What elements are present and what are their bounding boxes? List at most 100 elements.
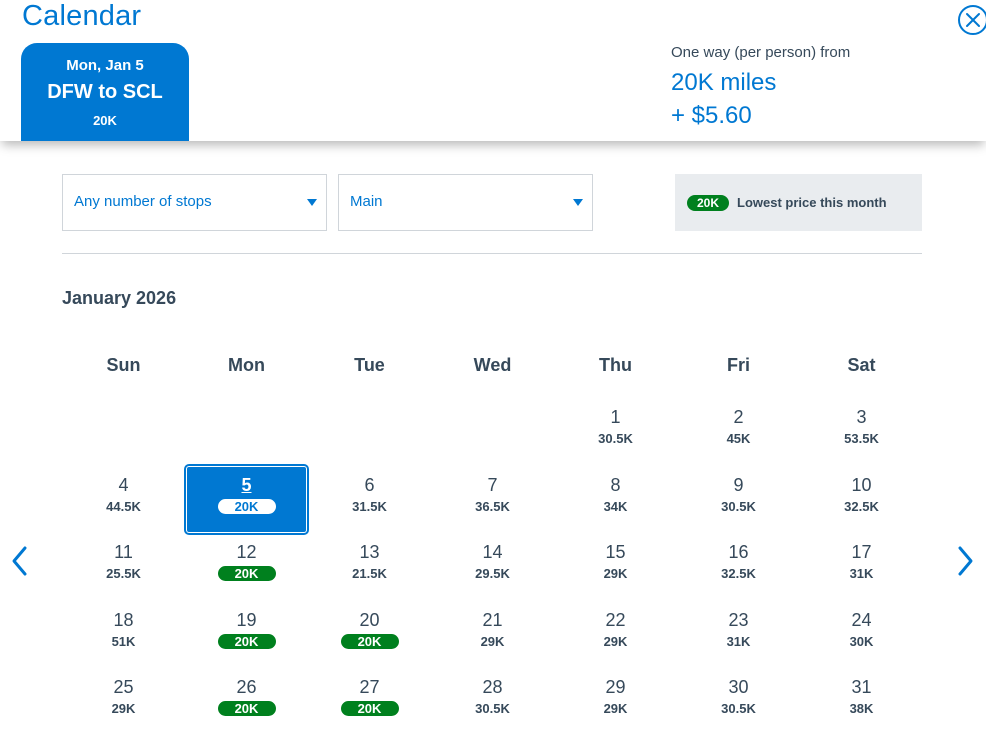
calendar-day-10[interactable]: 10 32.5K [800, 472, 923, 540]
fare-miles: 20K miles [671, 69, 777, 96]
calendar-empty-cell [62, 404, 185, 472]
day-number: 20 [359, 609, 380, 630]
month-heading: January 2026 [62, 288, 177, 308]
day-price: 30.5K [475, 701, 510, 716]
calendar-day-11[interactable]: 11 25.5K [62, 539, 185, 607]
calendar-day-12[interactable]: 12 20K [185, 539, 308, 607]
flight-price: 20K [93, 113, 117, 128]
day-price: 29K [111, 701, 136, 716]
flight-tab[interactable]: Mon, Jan 5 DFW to SCL 20K [21, 43, 189, 141]
day-price: 31.5K [352, 498, 387, 514]
day-price: 31K [849, 566, 874, 581]
day-number: 16 [728, 542, 749, 562]
calendar-day-23[interactable]: 23 31K [677, 607, 800, 675]
day-number: 17 [851, 542, 872, 562]
calendar-day-16[interactable]: 16 32.5K [677, 539, 800, 607]
calendar-week: 1 30.5K 2 45K 3 53.5K [62, 404, 923, 472]
calendar-day-31[interactable]: 31 38K [800, 674, 923, 742]
day-price: 36.5K [475, 498, 510, 514]
calendar-day-24[interactable]: 24 30K [800, 607, 923, 675]
weekday-label: Sat [847, 355, 876, 375]
day-price: 32.5K [844, 498, 879, 514]
calendar-day-1[interactable]: 1 30.5K [554, 404, 677, 472]
weekday-label: Wed [473, 355, 512, 375]
day-number: 8 [610, 474, 621, 495]
day-number: 12 [236, 542, 257, 562]
calendar-day-17[interactable]: 17 31K [800, 539, 923, 607]
day-price: 29.5K [475, 566, 510, 581]
cabin-select[interactable]: Main [338, 174, 593, 231]
calendar-day-18[interactable]: 18 51K [62, 607, 185, 675]
chevron-left-icon [12, 546, 27, 576]
lowest-price-pill: 20K [687, 194, 730, 211]
day-number: 3 [856, 407, 867, 427]
calendar-day-22[interactable]: 22 29K [554, 607, 677, 675]
calendar-day-5[interactable]: 5 20K [185, 465, 308, 540]
day-price: 30.5K [721, 498, 756, 514]
day-price: 21.5K [352, 566, 387, 581]
day-price: 34K [603, 498, 628, 514]
day-price: 45K [726, 431, 751, 446]
day-number: 29 [605, 677, 626, 697]
calendar-day-2[interactable]: 2 45K [677, 404, 800, 472]
calendar-empty-cell [185, 404, 308, 472]
day-number: 28 [482, 677, 503, 697]
header: Calendar Mon, Jan 5 DFW to SCL 20K One w… [0, 0, 986, 141]
day-number: 25 [113, 677, 134, 697]
day-number: 14 [482, 542, 503, 562]
calendar-day-7[interactable]: 7 36.5K [431, 472, 554, 540]
calendar-day-4[interactable]: 4 44.5K [62, 472, 185, 540]
fare-label: One way (per person) from [671, 44, 851, 61]
day-price-lowest: 20K [217, 633, 276, 649]
day-number: 11 [114, 542, 133, 562]
day-price: 25.5K [106, 566, 141, 581]
day-price-lowest: 20K [217, 701, 276, 716]
day-number: 30 [728, 677, 749, 697]
day-number: 9 [733, 474, 744, 495]
day-number: 6 [364, 474, 375, 495]
day-number: 5 [241, 474, 252, 495]
calendar-day-25[interactable]: 25 29K [62, 674, 185, 742]
calendar-day-19[interactable]: 19 20K [185, 607, 308, 675]
next-month-button[interactable] [953, 544, 977, 578]
fare-cash: + $5.60 [671, 102, 752, 129]
chevron-right-icon [958, 546, 973, 576]
calendar-day-30[interactable]: 30 30.5K [677, 674, 800, 742]
lowest-price-legend: 20K Lowest price this month [675, 174, 922, 231]
calendar-day-9[interactable]: 9 30.5K [677, 472, 800, 540]
day-number: 7 [487, 474, 498, 495]
calendar-day-26[interactable]: 26 20K [185, 674, 308, 742]
day-price: 51K [111, 633, 136, 649]
flight-route: DFW to SCL [47, 81, 163, 103]
close-button[interactable] [958, 5, 986, 35]
day-number: 13 [359, 542, 380, 562]
day-price: 53.5K [844, 431, 879, 446]
calendar-day-27[interactable]: 27 20K [308, 674, 431, 742]
calendar-day-13[interactable]: 13 21.5K [308, 539, 431, 607]
stops-select-value: Any number of stops [74, 193, 212, 210]
calendar-week: 25 29K 26 20K 27 20K 28 30.5K 29 29K 30 30.5K 31 38K [62, 674, 923, 742]
calendar-day-6[interactable]: 6 31.5K [308, 472, 431, 540]
calendar-day-28[interactable]: 28 30.5K [431, 674, 554, 742]
day-price: 32.5K [721, 566, 756, 581]
lowest-price-text: Lowest price this month [737, 195, 887, 210]
day-number: 19 [236, 609, 257, 630]
calendar-day-8[interactable]: 8 34K [554, 472, 677, 540]
day-price-lowest: 20K [340, 633, 399, 649]
weekday-header: Sun Mon Tue Wed Thu Fri Sat [62, 345, 923, 385]
calendar-day-20[interactable]: 20 20K [308, 607, 431, 675]
calendar-week: 11 25.5K 12 20K 13 21.5K 14 29.5K 15 29K 16 32.5K 17… [62, 539, 923, 607]
day-number: 10 [851, 474, 872, 495]
cabin-select-value: Main [350, 193, 383, 210]
stops-select[interactable]: Any number of stops [62, 174, 327, 231]
day-price: 44.5K [106, 498, 141, 514]
calendar-day-15[interactable]: 15 29K [554, 539, 677, 607]
calendar-day-21[interactable]: 21 29K [431, 607, 554, 675]
previous-month-button[interactable] [8, 544, 32, 578]
calendar-day-29[interactable]: 29 29K [554, 674, 677, 742]
fare-summary: One way (per person) from 20K miles + $5… [671, 44, 850, 130]
day-number: 27 [359, 677, 380, 697]
calendar-day-3[interactable]: 3 53.5K [800, 404, 923, 472]
calendar-day-14[interactable]: 14 29.5K [431, 539, 554, 607]
day-price: 30K [849, 633, 874, 649]
